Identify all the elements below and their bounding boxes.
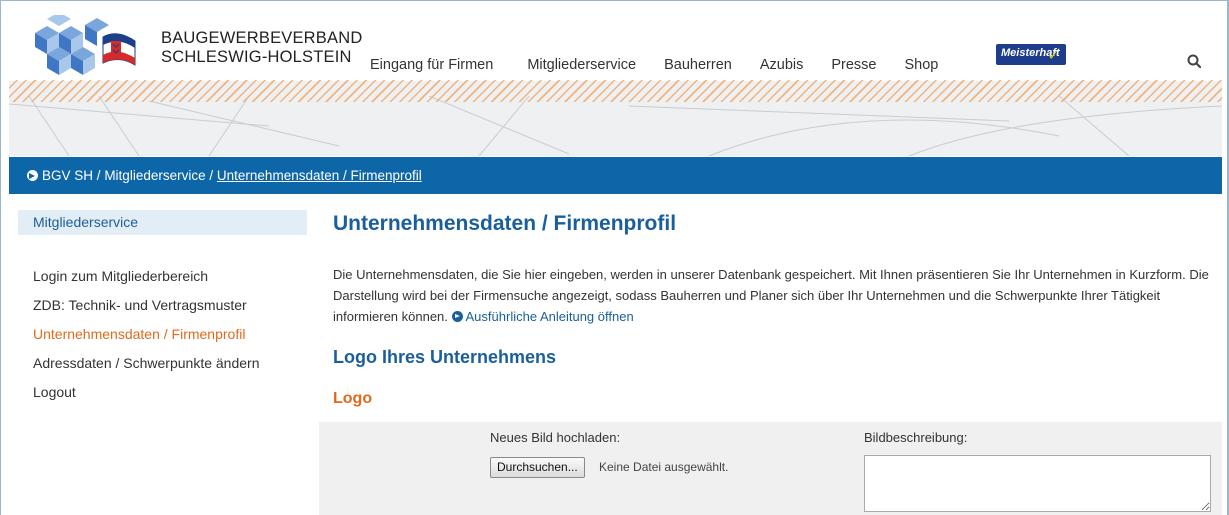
nav-item-bauherren[interactable]: Bauherren — [664, 57, 732, 73]
sidebar-item-zdb-muster[interactable]: ZDB: Technik- und Vertragsmuster — [33, 296, 259, 325]
blueprint-background — [9, 96, 1222, 156]
hatch-stripe — [9, 80, 1222, 102]
subsection-title: Logo — [333, 390, 373, 407]
intro-text: Die Unternehmensdaten, die Sie hier eing… — [333, 264, 1211, 327]
guide-link[interactable]: Ausführliche Anleitung öffnen — [466, 309, 634, 324]
brand-name[interactable]: BAUGEWERBEVERBAND SCHLESWIG-HOLSTEIN — [161, 29, 362, 67]
check-icon: ✓ — [1047, 47, 1060, 64]
brand-line-2: SCHLESWIG-HOLSTEIN — [161, 48, 352, 66]
nav-item-mitgliederservice[interactable]: Mitgliederservice — [527, 57, 636, 73]
sidebar-item-login[interactable]: Login zum Mitgliederbereich — [33, 267, 259, 296]
nav-item-shop[interactable]: Shop — [905, 57, 939, 73]
breadcrumb: BGV SH / Mitgliederservice / Unternehmen… — [9, 157, 1222, 194]
brand-line-1: BAUGEWERBEVERBAND — [161, 29, 363, 47]
browse-button[interactable]: Durchsuchen... — [490, 457, 585, 478]
meisterhaft-badge[interactable]: Meisterhaft ✓ — [996, 44, 1066, 65]
circle-arrow-icon — [451, 311, 463, 322]
sidebar-item-adressdaten[interactable]: Adressdaten / Schwerpunkte ändern — [33, 354, 259, 383]
intro-paragraph: Die Unternehmensdaten, die Sie hier eing… — [333, 267, 1209, 324]
site-header: BAUGEWERBEVERBAND SCHLESWIG-HOLSTEIN Ein… — [9, 1, 1222, 156]
search-icon[interactable] — [1186, 53, 1204, 71]
sidebar-menu: Login zum Mitgliederbereich ZDB: Technik… — [33, 267, 259, 412]
nav-item-azubis[interactable]: Azubis — [760, 57, 804, 73]
upload-label: Neues Bild hochladen: — [490, 430, 621, 445]
breadcrumb-parent[interactable]: Mitgliederservice — [104, 168, 205, 183]
page-title: Unternehmensdaten / Firmenprofil — [333, 212, 677, 235]
nav-item-eingang-fuer-firmen[interactable]: Eingang für Firmen — [370, 57, 493, 73]
logo-icon[interactable] — [25, 15, 137, 83]
no-file-text: Keine Datei ausgewählt. — [599, 460, 729, 474]
description-textarea[interactable] — [864, 455, 1211, 512]
breadcrumb-current[interactable]: Unternehmensdaten / Firmenprofil — [217, 168, 422, 183]
main-nav: Eingang für Firmen Mitgliederservice Bau… — [370, 57, 966, 73]
circle-arrow-icon — [27, 170, 38, 181]
breadcrumb-root[interactable]: BGV SH — [42, 168, 93, 183]
browser-frame: BAUGEWERBEVERBAND SCHLESWIG-HOLSTEIN Ein… — [0, 0, 1229, 515]
section-title: Logo Ihres Unternehmens — [333, 347, 557, 367]
description-label: Bildbeschreibung: — [864, 430, 968, 445]
sidebar-heading[interactable]: Mitgliederservice — [18, 210, 307, 235]
sidebar-item-logout[interactable]: Logout — [33, 383, 259, 412]
sidebar-item-unternehmensdaten[interactable]: Unternehmensdaten / Firmenprofil — [33, 325, 259, 354]
nav-item-presse[interactable]: Presse — [831, 57, 876, 73]
